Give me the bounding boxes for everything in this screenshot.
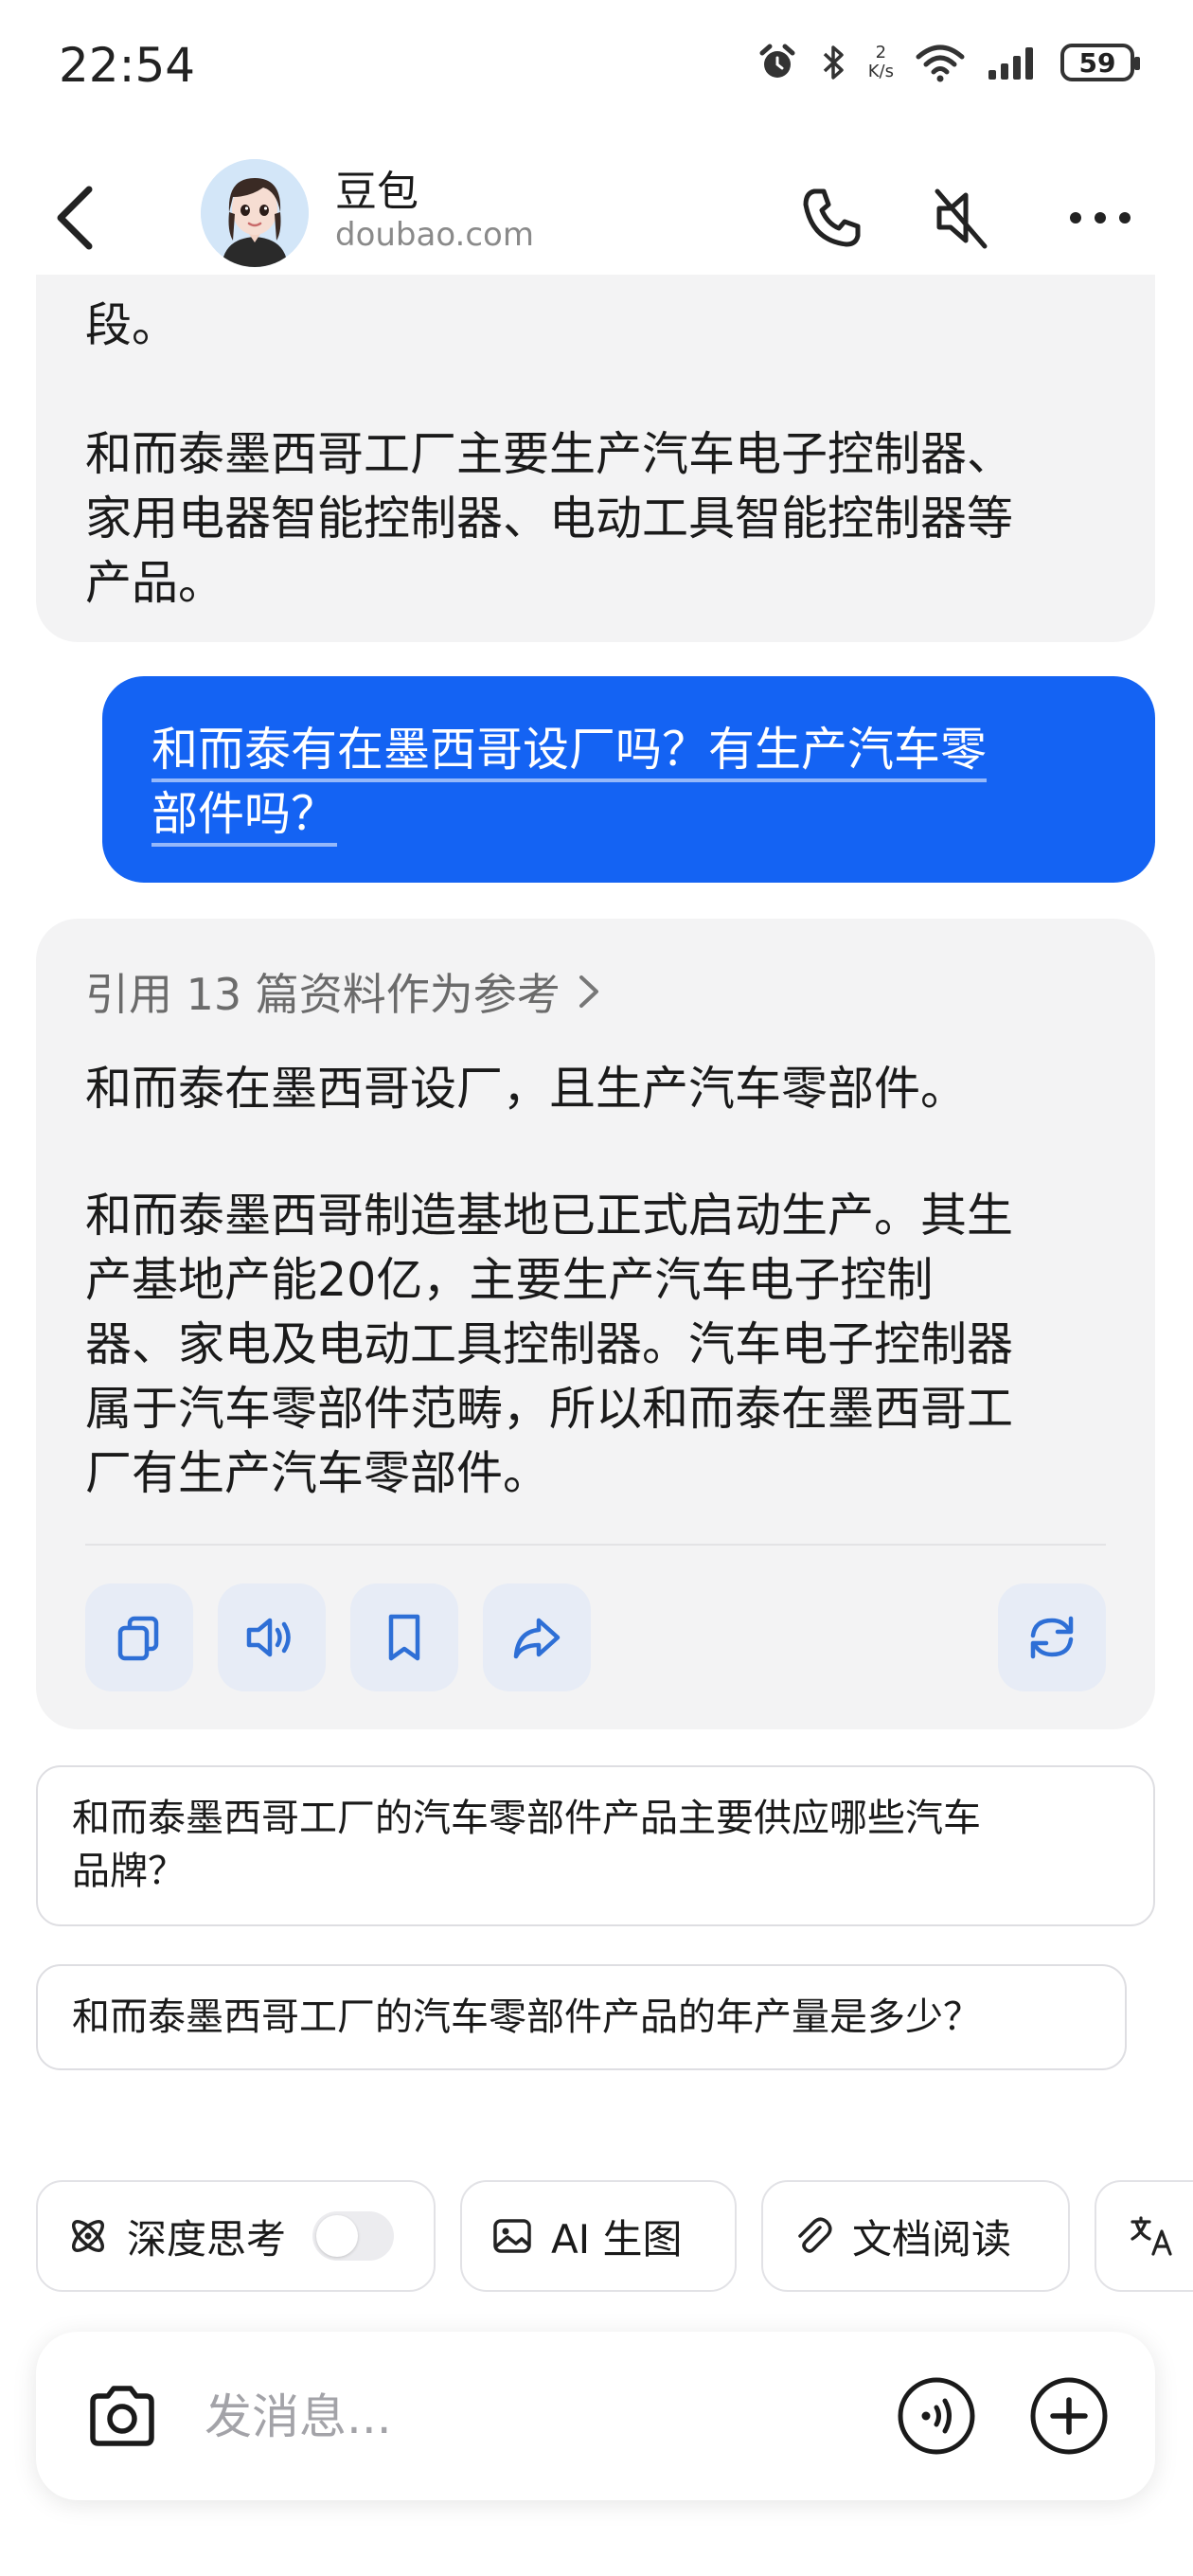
message-input-bar — [36, 2332, 1155, 2500]
user-message-line-2: 部件吗？ — [151, 787, 338, 841]
ai-reply-summary: 和而泰在墨西哥设厂，且生产汽车零部件。 — [85, 1062, 968, 1116]
doc-read-button[interactable]: 文档阅读 — [761, 2180, 1070, 2292]
reply-divider — [85, 1544, 1106, 1546]
more-dots-icon — [1070, 212, 1131, 224]
translate-icon — [1131, 2216, 1172, 2256]
deep-think-toggle[interactable]: 深度思考 — [36, 2180, 436, 2292]
ai-message-reply: 引用 13 篇资料作为参考 和而泰在墨西哥设厂，且生产汽车零部件。 和而泰墨西哥… — [36, 919, 1155, 1729]
add-attachment-button[interactable] — [1024, 2371, 1113, 2460]
voice-input-button[interactable] — [892, 2371, 981, 2460]
network-speed: 2 K/s — [867, 43, 894, 81]
chevron-left-icon — [57, 186, 93, 250]
suggested-question-2[interactable]: 和而泰墨西哥工厂的汽车零部件产品的年产量是多少？ — [36, 1964, 1127, 2070]
deep-think-switch[interactable] — [312, 2211, 395, 2261]
assistant-avatar-icon — [201, 159, 309, 267]
share-button[interactable] — [483, 1583, 591, 1691]
status-icons: 2 K/s 59 — [757, 42, 1140, 83]
read-aloud-button[interactable] — [218, 1583, 326, 1691]
phone-icon — [803, 188, 861, 247]
atom-icon — [72, 2220, 104, 2252]
regenerate-button[interactable] — [998, 1583, 1106, 1691]
copy-icon — [117, 1616, 159, 1661]
deep-think-label: 深度思考 — [127, 2215, 287, 2263]
avatar[interactable] — [201, 159, 309, 267]
plus-circle-icon — [1030, 2377, 1108, 2455]
speaker-muted-icon — [935, 188, 988, 249]
assistant-domain: doubao.com — [335, 216, 534, 254]
user-message-line-1: 和而泰有在墨西哥设厂吗？有生产汽车零 — [151, 723, 988, 777]
speaker-icon — [246, 1618, 291, 1657]
assistant-name: 豆包 — [335, 168, 418, 216]
message-input[interactable] — [203, 2381, 869, 2453]
user-message[interactable]: 和而泰有在墨西哥设厂吗？有生产汽车零 部件吗？ — [102, 676, 1155, 883]
suggested-question-1[interactable]: 和而泰墨西哥工厂的汽车零部件产品主要供应哪些汽车 品牌？ — [36, 1765, 1155, 1926]
ai-message-previous: 段。 和而泰墨西哥工厂主要生产汽车电子控制器、 家用电器智能控制器、电动工具智能… — [36, 275, 1155, 642]
copy-button[interactable] — [85, 1583, 193, 1691]
paperclip-icon — [798, 2217, 832, 2253]
translate-button[interactable] — [1095, 2180, 1193, 2292]
status-bar: 22:54 2 K/s 59 — [0, 0, 1193, 133]
more-options-button[interactable] — [1062, 180, 1138, 256]
wifi-icon — [916, 45, 965, 82]
status-time: 22:54 — [59, 38, 196, 93]
camera-icon — [90, 2386, 154, 2446]
share-arrow-icon — [513, 1618, 561, 1659]
voice-wave-icon — [898, 2377, 975, 2455]
ai-message-fragment: 段。 — [85, 298, 179, 352]
refresh-icon — [1030, 1616, 1074, 1659]
camera-button[interactable] — [78, 2371, 167, 2460]
mute-button[interactable] — [924, 180, 1000, 256]
ai-message-paragraph: 和而泰墨西哥工厂主要生产汽车电子控制器、 家用电器智能控制器、电动工具智能控制器… — [85, 427, 1014, 610]
doc-read-label: 文档阅读 — [852, 2215, 1012, 2263]
reference-link-label: 引用 13 篇资料作为参考 — [85, 969, 561, 1020]
ai-reply-detail: 和而泰墨西哥制造基地已正式启动生产。其生 产基地产能20亿，主要生产汽车电子控制… — [85, 1189, 1014, 1500]
alarm-icon — [759, 44, 795, 78]
bookmark-button[interactable] — [350, 1583, 458, 1691]
battery-indicator: 59 — [1060, 44, 1140, 81]
ai-image-button[interactable]: AI 生图 — [460, 2180, 737, 2292]
chevron-right-icon — [579, 975, 598, 1008]
voice-call-button[interactable] — [793, 180, 869, 256]
back-button[interactable] — [47, 180, 104, 256]
signal-icon — [988, 47, 1033, 80]
ai-image-label: AI 生图 — [551, 2215, 683, 2263]
image-icon — [493, 2219, 531, 2253]
bookmark-icon — [388, 1614, 420, 1661]
reference-link[interactable]: 引用 13 篇资料作为参考 — [85, 960, 1106, 1023]
bluetooth-icon — [823, 45, 844, 80]
